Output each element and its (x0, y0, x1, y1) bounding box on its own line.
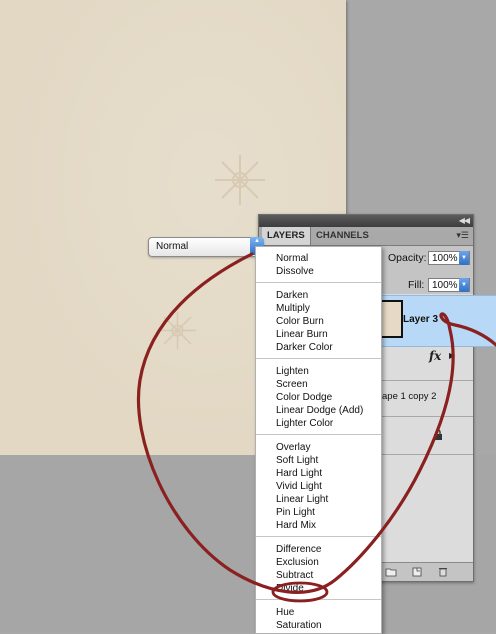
menu-item-linear-dodge-add[interactable]: Linear Dodge (Add) (276, 405, 363, 416)
panel-menu-icon[interactable]: ▾☰ (456, 230, 469, 241)
layer-name[interactable]: Layer 3 (403, 314, 438, 325)
menu-separator (256, 358, 381, 359)
menu-item-difference[interactable]: Difference (276, 544, 321, 555)
menu-item-multiply[interactable]: Multiply (276, 303, 310, 314)
menu-item-normal[interactable]: Normal (276, 253, 308, 264)
expand-arrow-icon[interactable]: ▶ (449, 351, 455, 360)
menu-item-color-dodge[interactable]: Color Dodge (276, 392, 332, 403)
blend-mode-value: Normal (156, 241, 189, 252)
menu-item-overlay[interactable]: Overlay (276, 442, 310, 453)
group-folder-icon[interactable] (385, 566, 397, 577)
menu-separator (256, 599, 381, 600)
menu-separator (256, 536, 381, 537)
menu-item-subtract[interactable]: Subtract (276, 570, 313, 581)
snowflake-decoration (215, 155, 265, 205)
new-layer-icon[interactable] (411, 566, 423, 577)
menu-item-hue[interactable]: Hue (276, 607, 294, 618)
menu-item-soft-light[interactable]: Soft Light (276, 455, 318, 466)
menu-separator (256, 282, 381, 283)
opacity-label: Opacity: (388, 252, 427, 264)
menu-item-lighten[interactable]: Lighten (276, 366, 309, 377)
panel-tab-row: LAYERS CHANNELS ▾☰ (259, 227, 473, 246)
fill-label: Fill: (408, 279, 425, 291)
menu-item-linear-burn[interactable]: Linear Burn (276, 329, 328, 340)
menu-item-screen[interactable]: Screen (276, 379, 308, 390)
blend-mode-select[interactable]: Normal ▲▼ (148, 237, 264, 257)
menu-item-divide[interactable]: Divide (276, 583, 304, 594)
tab-channels[interactable]: CHANNELS (311, 227, 374, 245)
menu-item-exclusion[interactable]: Exclusion (276, 557, 319, 568)
menu-item-darken[interactable]: Darken (276, 290, 308, 301)
menu-item-hard-light[interactable]: Hard Light (276, 468, 322, 479)
layer-name[interactable]: ape 1 copy 2 (382, 391, 436, 402)
dropdown-arrow-icon[interactable]: ▼ (459, 278, 469, 292)
blend-mode-menu: Normal Dissolve Darken Multiply Color Burn Li… (255, 246, 382, 634)
menu-item-darker-color[interactable]: Darker Color (276, 342, 333, 353)
delete-layer-icon[interactable] (437, 566, 449, 577)
menu-item-hard-mix[interactable]: Hard Mix (276, 520, 316, 531)
menu-item-dissolve[interactable]: Dissolve (276, 266, 314, 277)
snowflake-decoration (158, 311, 197, 350)
panel-title-bar[interactable]: ◀◀ (259, 215, 473, 227)
menu-item-pin-light[interactable]: Pin Light (276, 507, 315, 518)
tab-layers[interactable]: LAYERS (262, 227, 311, 245)
menu-item-linear-light[interactable]: Linear Light (276, 494, 328, 505)
fx-icon[interactable]: fx (429, 349, 441, 363)
lock-icon (434, 429, 442, 440)
menu-item-lighter-color[interactable]: Lighter Color (276, 418, 333, 429)
menu-item-vivid-light[interactable]: Vivid Light (276, 481, 322, 492)
menu-item-color-burn[interactable]: Color Burn (276, 316, 324, 327)
menu-item-saturation[interactable]: Saturation (276, 620, 322, 631)
collapse-icon[interactable]: ◀◀ (459, 216, 470, 225)
menu-separator (256, 434, 381, 435)
dropdown-arrow-icon[interactable]: ▼ (459, 251, 469, 265)
